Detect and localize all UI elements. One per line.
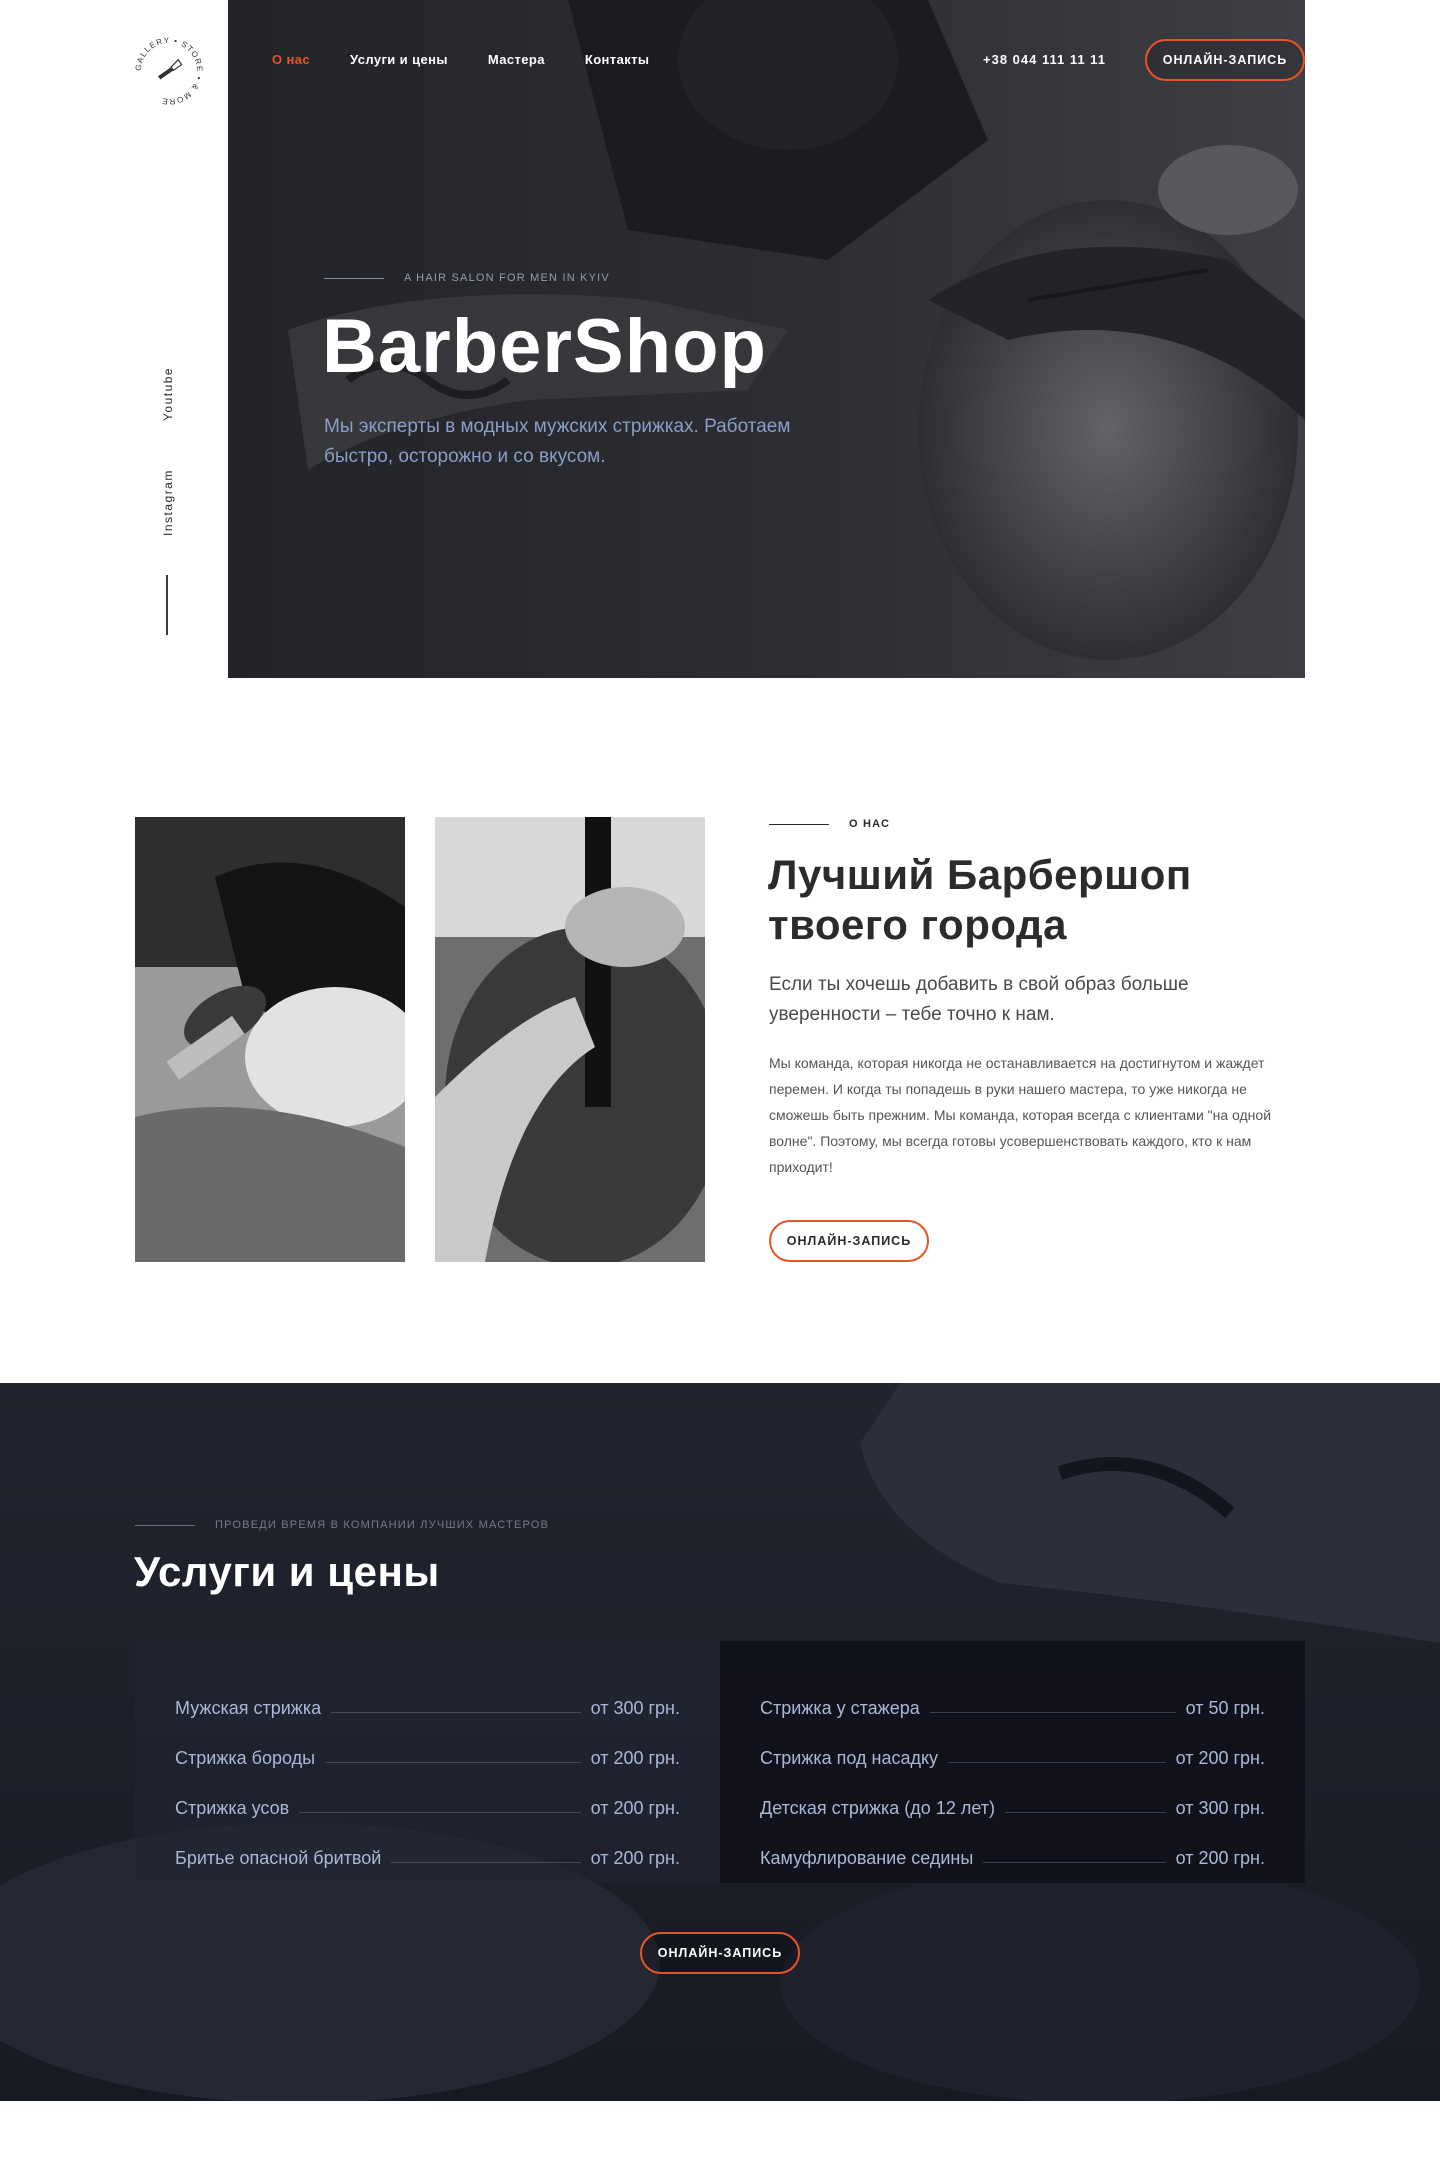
price-row: Стрижка бороды от 200 грн. bbox=[175, 1719, 680, 1769]
price-row: Мужская стрижка от 300 грн. bbox=[175, 1669, 680, 1719]
about-title: Лучший Барбершоп твоего города bbox=[768, 851, 1192, 948]
nav-item-services[interactable]: Услуги и цены bbox=[350, 52, 448, 67]
about-text: Мы команда, которая никогда не останавли… bbox=[769, 1055, 1272, 1175]
nav-item-about[interactable]: О нас bbox=[272, 52, 310, 67]
service-name: Детская стрижка (до 12 лет) bbox=[760, 1798, 995, 1818]
price-leader bbox=[948, 1762, 1166, 1763]
razor-icon bbox=[158, 58, 183, 80]
service-price: от 300 грн. bbox=[1175, 1798, 1265, 1818]
nav-item-contacts[interactable]: Контакты bbox=[585, 52, 650, 67]
service-price: от 200 грн. bbox=[590, 1798, 680, 1818]
phone-number[interactable]: +38 044 111 11 11 bbox=[983, 52, 1106, 67]
service-name: Бритье опасной бритвой bbox=[175, 1848, 382, 1868]
price-row: Стрижка усов от 200 грн. bbox=[175, 1769, 680, 1819]
price-row: Стрижка под насадку от 200 грн. bbox=[760, 1719, 1265, 1769]
service-price: от 50 грн. bbox=[1185, 1698, 1265, 1718]
hero-kicker: A HAIR SALON FOR MEN IN KYIV bbox=[324, 272, 610, 284]
nav-item-masters[interactable]: Мастера bbox=[488, 52, 545, 67]
kicker-line bbox=[135, 1524, 195, 1526]
service-price: от 200 грн. bbox=[1175, 1748, 1265, 1768]
about-kicker: О НАС bbox=[769, 818, 890, 830]
price-leader bbox=[391, 1862, 581, 1863]
service-price: от 300 грн. bbox=[590, 1698, 680, 1718]
price-leader bbox=[331, 1712, 581, 1713]
about-photo-beard bbox=[135, 817, 405, 1262]
about-lead: Если ты хочешь добавить в свой образ бол… bbox=[769, 974, 1189, 1025]
price-row: Детская стрижка (до 12 лет) от 300 грн. bbox=[760, 1769, 1265, 1819]
services-kicker-text: ПРОВЕДИ ВРЕМЯ В КОМПАНИИ ЛУЧШИХ МАСТЕРОВ bbox=[215, 1519, 550, 1531]
logo-emblem: GALLERY • STORE • & MORE bbox=[134, 36, 203, 106]
service-price: от 200 грн. bbox=[590, 1748, 680, 1768]
service-name: Стрижка у стажера bbox=[760, 1698, 920, 1718]
services-booking-button[interactable]: ОНЛАЙН-ЗАПИСЬ bbox=[640, 1932, 800, 1974]
price-leader bbox=[983, 1862, 1166, 1863]
about-kicker-text: О НАС bbox=[849, 818, 891, 830]
service-price: от 200 грн. bbox=[1175, 1848, 1265, 1868]
price-list-left: Мужская стрижка от 300 грн. Стрижка боро… bbox=[135, 1641, 720, 1883]
service-name: Камуфлирование седины bbox=[760, 1848, 974, 1868]
price-leader bbox=[325, 1762, 581, 1763]
price-row: Камуфлирование седины от 200 грн. bbox=[760, 1819, 1265, 1869]
price-row: Стрижка у стажера от 50 грн. bbox=[760, 1669, 1265, 1719]
instagram-link[interactable]: Instagram bbox=[161, 469, 175, 536]
service-price: от 200 грн. bbox=[590, 1848, 680, 1868]
youtube-link[interactable]: Youtube bbox=[161, 367, 175, 421]
services-kicker: ПРОВЕДИ ВРЕМЯ В КОМПАНИИ ЛУЧШИХ МАСТЕРОВ bbox=[135, 1519, 549, 1531]
service-name: Стрижка усов bbox=[175, 1798, 290, 1818]
price-list-right: Стрижка у стажера от 50 грн. Стрижка под… bbox=[720, 1641, 1305, 1883]
price-leader bbox=[1005, 1812, 1166, 1813]
price-leader bbox=[929, 1712, 1176, 1713]
header-booking-button[interactable]: ОНЛАЙН-ЗАПИСЬ bbox=[1145, 39, 1305, 81]
hero-title: BarberShop bbox=[322, 304, 767, 389]
service-name: Стрижка бороды bbox=[175, 1748, 316, 1768]
service-name: Стрижка под насадку bbox=[760, 1748, 939, 1768]
about-photo-haircut bbox=[435, 817, 705, 1262]
about-booking-button[interactable]: ОНЛАЙН-ЗАПИСЬ bbox=[769, 1220, 929, 1262]
services-section: ПРОВЕДИ ВРЕМЯ В КОМПАНИИ ЛУЧШИХ МАСТЕРОВ… bbox=[0, 1383, 1440, 2101]
hero-section: О нас Услуги и цены Мастера Контакты +38… bbox=[228, 0, 1305, 678]
kicker-line bbox=[324, 277, 384, 279]
logo[interactable]: GALLERY • STORE • & MORE bbox=[128, 30, 210, 112]
main-nav: О нас Услуги и цены Мастера Контакты bbox=[272, 52, 649, 67]
hero-subtitle: Мы эксперты в модных мужских стрижках. Р… bbox=[324, 416, 791, 467]
service-name: Мужская стрижка bbox=[175, 1698, 322, 1718]
rail-divider bbox=[166, 575, 168, 635]
hero-kicker-text: A HAIR SALON FOR MEN IN KYIV bbox=[404, 272, 610, 284]
services-title: Услуги и цены bbox=[134, 1548, 440, 1595]
price-leader bbox=[299, 1812, 581, 1813]
kicker-line bbox=[769, 823, 829, 825]
price-row: Бритье опасной бритвой от 200 грн. bbox=[175, 1819, 680, 1869]
